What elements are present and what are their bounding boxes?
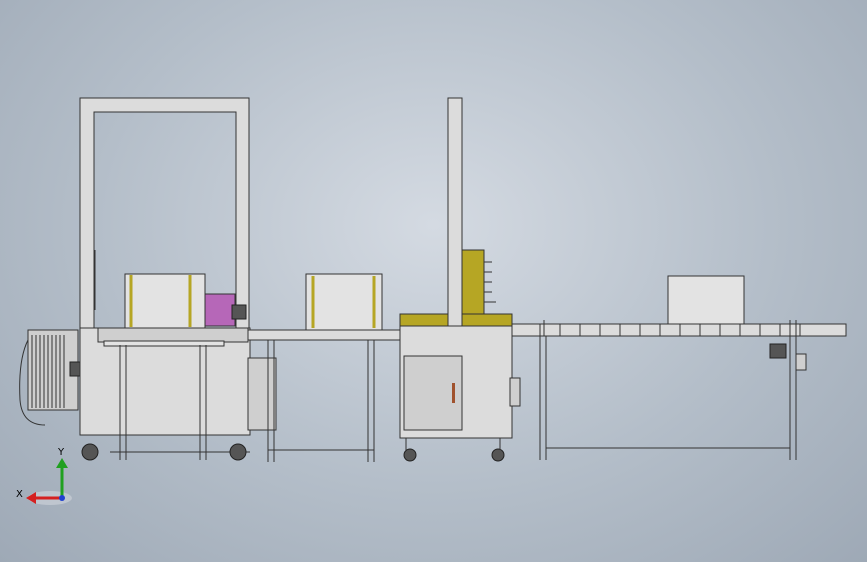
carton-on-roller: [667, 275, 745, 325]
sealing-machine: [399, 97, 521, 462]
strapping-machine: [19, 97, 277, 461]
coordinate-triad: Y X: [16, 447, 72, 505]
vertical-mast: [447, 97, 463, 335]
assembly-drawing: Y X: [16, 97, 847, 505]
cad-viewport[interactable]: Y X: [0, 0, 867, 562]
y-axis-label: Y: [57, 447, 65, 458]
motor-box: [769, 343, 787, 359]
olive-control-box: [461, 249, 485, 317]
carton-on-conveyor: [305, 273, 383, 331]
carton-on-strapper: [124, 273, 206, 329]
pink-panel: [204, 293, 236, 327]
x-axis-label: X: [16, 489, 23, 500]
caster-wheel: [81, 443, 99, 461]
strap-reel: [19, 329, 81, 426]
z-axis-dot: [59, 495, 65, 501]
caster-wheel: [229, 443, 247, 461]
roller-conveyor: [511, 275, 847, 460]
